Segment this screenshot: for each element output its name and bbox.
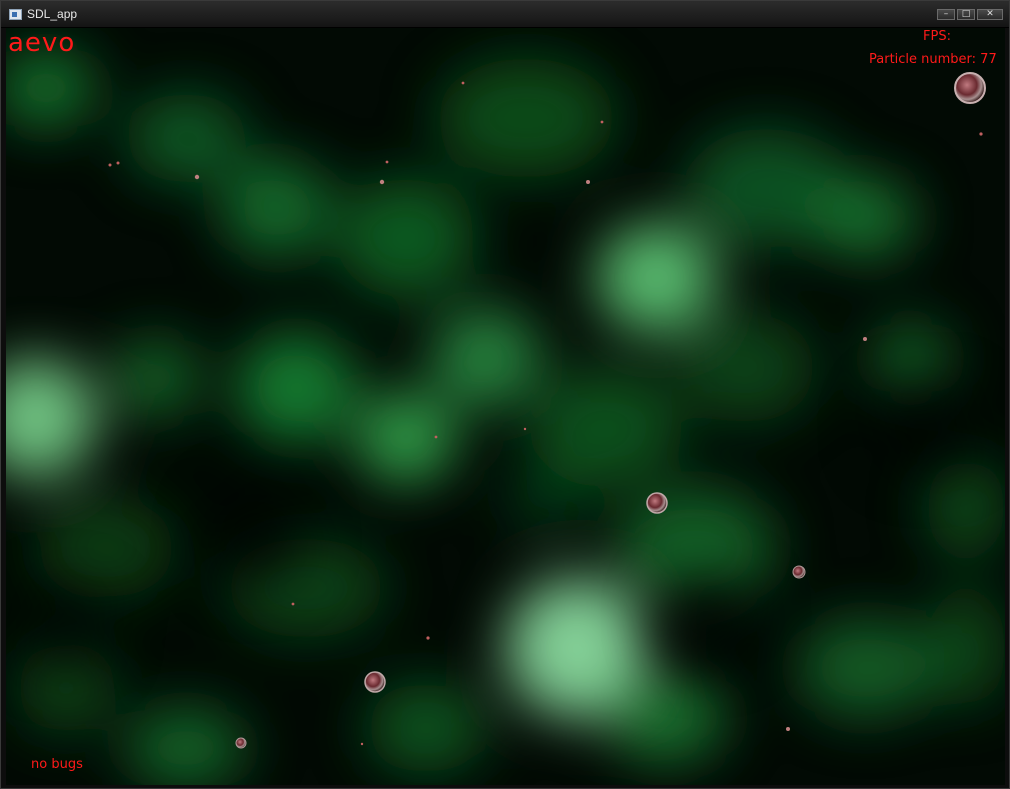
particle-tiny <box>385 160 389 164</box>
particle-tiny <box>523 427 527 431</box>
particle-medium <box>364 671 386 693</box>
particle-tiny <box>863 337 867 341</box>
particle-small <box>235 737 247 749</box>
nebula-background <box>6 28 1005 785</box>
window-title: SDL_app <box>27 7 78 21</box>
status-message: no bugs <box>31 757 83 772</box>
particle-tiny <box>379 179 385 185</box>
particle-tiny <box>291 602 295 606</box>
particle-small <box>792 565 806 579</box>
close-button[interactable]: ✕ <box>977 9 1003 20</box>
particle-tiny <box>461 81 465 85</box>
title-bar[interactable]: SDL_app – □ ✕ <box>1 1 1009 28</box>
particle-count: Particle number: 77 <box>869 52 997 67</box>
game-logo: aevo <box>8 28 76 58</box>
particle-tiny <box>426 636 430 640</box>
minimize-button[interactable]: – <box>937 9 955 20</box>
particle-tiny <box>360 742 364 746</box>
particle-large <box>954 72 986 104</box>
particle-medium <box>646 492 668 514</box>
game-canvas[interactable]: aevo FPS: Particle number: 77 no bugs <box>6 28 1005 785</box>
particle-tiny <box>116 161 120 165</box>
maximize-button[interactable]: □ <box>957 9 975 20</box>
app-window: SDL_app – □ ✕ aevo FPS: Particle number:… <box>0 0 1010 789</box>
particle-tiny <box>786 727 790 731</box>
particle-tiny <box>194 174 200 180</box>
fps-counter: FPS: <box>923 29 951 44</box>
particle-tiny <box>600 120 604 124</box>
app-window-icon <box>9 9 22 20</box>
particle-tiny <box>108 163 112 167</box>
particle-tiny <box>979 132 983 136</box>
particle-tiny <box>434 435 438 439</box>
particle-tiny <box>586 180 590 184</box>
